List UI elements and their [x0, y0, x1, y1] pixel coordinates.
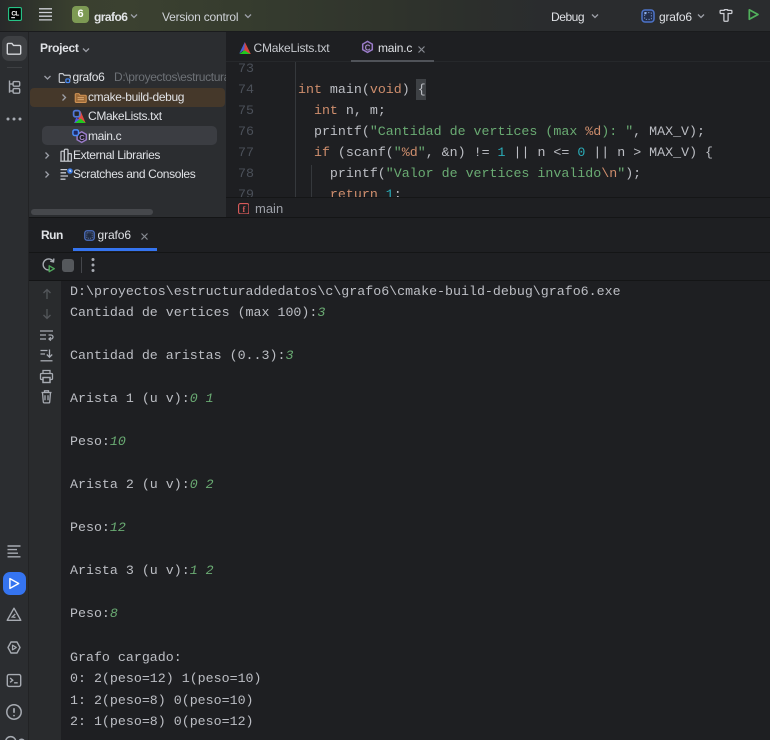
- svg-text:C: C: [365, 43, 371, 52]
- svg-text:C: C: [79, 133, 85, 142]
- svg-text:CL: CL: [11, 11, 19, 18]
- svg-text:f: f: [242, 204, 245, 213]
